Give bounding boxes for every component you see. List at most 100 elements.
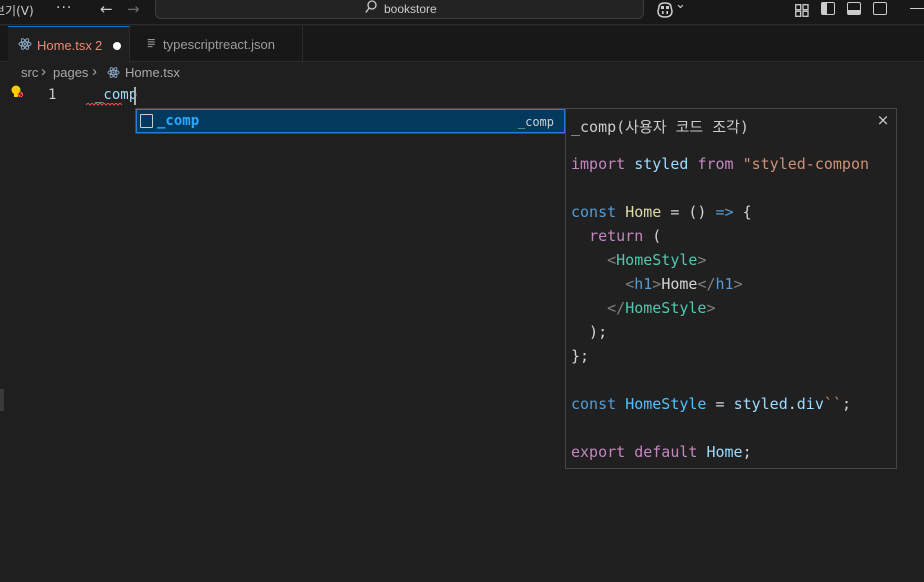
search-workspace-label: bookstore xyxy=(384,2,437,16)
suggestion-label: _comp xyxy=(157,113,200,129)
code-token: import xyxy=(571,155,626,173)
code-token: div xyxy=(796,395,824,413)
code-token: > xyxy=(697,251,707,269)
command-center-search[interactable]: bookstore xyxy=(155,0,644,19)
snippet-code-line: import styled from "styled-compon xyxy=(571,152,869,176)
react-icon xyxy=(107,67,120,78)
suggestion-details-panel: _comp(사용자 코드 조각) × import styled from "s… xyxy=(565,108,897,469)
snippet-code-line: const Home = () => { xyxy=(571,200,869,224)
minimize-icon[interactable] xyxy=(910,8,924,9)
code-token: `` xyxy=(823,395,842,413)
code-token: styled xyxy=(733,395,788,413)
code-token: ; xyxy=(742,443,752,461)
snippet-code-line: return ( xyxy=(571,224,869,248)
code-token: => xyxy=(715,203,734,221)
text-cursor xyxy=(134,87,136,105)
copilot-menu[interactable]: ⌄ xyxy=(656,0,688,19)
search-icon xyxy=(365,0,377,13)
code-token: > xyxy=(733,275,743,293)
snippet-preview-code: import styled from "styled-compon const … xyxy=(571,152,869,464)
snippet-code-line: <HomeStyle> xyxy=(571,248,869,272)
snippet-code-line xyxy=(571,416,869,440)
code-token: { xyxy=(733,203,752,221)
code-token: h1 xyxy=(634,275,653,293)
snippet-code-line: ); xyxy=(571,320,869,344)
code-token: HomeStyle xyxy=(616,251,698,269)
tab-home-tsx[interactable]: Home.tsx 2 xyxy=(8,26,130,62)
snippet-code-line: <h1>Home</h1> xyxy=(571,272,869,296)
code-token: ; xyxy=(841,395,851,413)
forward-arrow-icon[interactable]: → xyxy=(127,0,140,18)
code-token: () xyxy=(688,203,707,221)
customize-layout-icon[interactable] xyxy=(795,2,809,17)
title-bar: 보기(V) ··· ← → bookstore ⌄ xyxy=(0,0,924,25)
editor-tab-bar: Home.tsx 2 typescriptreact.json xyxy=(0,26,924,62)
chevron-down-icon: ⌄ xyxy=(675,0,686,12)
chevron-right-icon: › xyxy=(92,63,97,80)
code-line-text[interactable]: _comp xyxy=(95,87,137,103)
code-token: ( xyxy=(643,227,662,245)
error-squiggle xyxy=(86,103,122,106)
code-token: . xyxy=(787,395,797,413)
code-token: styled xyxy=(634,155,689,173)
snippet-code-line xyxy=(571,368,869,392)
code-token: > xyxy=(652,275,662,293)
react-icon xyxy=(18,38,32,50)
snippet-code-line: const HomeStyle = styled.div``; xyxy=(571,392,869,416)
close-icon[interactable]: × xyxy=(875,112,891,128)
code-token: Home xyxy=(625,203,662,221)
more-menu-icon[interactable]: ··· xyxy=(56,0,72,16)
toggle-secondary-sidebar-icon[interactable] xyxy=(873,2,887,15)
code-token: < xyxy=(625,275,635,293)
overview-ruler-marker xyxy=(0,389,4,411)
breadcrumb-item-src[interactable]: src xyxy=(21,65,38,80)
code-token: const xyxy=(571,395,617,413)
tab-typescriptreact-json[interactable]: typescriptreact.json xyxy=(131,26,303,62)
code-token: return xyxy=(589,227,644,245)
code-token: > xyxy=(706,299,716,317)
code-token: < xyxy=(607,251,617,269)
code-token: }; xyxy=(571,347,590,365)
lightbulb-icon[interactable] xyxy=(10,84,24,102)
line-number: 1 xyxy=(48,87,57,103)
chevron-right-icon: › xyxy=(41,63,46,80)
suggestion-detail: _comp xyxy=(517,115,554,129)
code-token: = xyxy=(706,395,734,413)
unsaved-dot-icon[interactable] xyxy=(113,42,121,50)
details-title: _comp(사용자 코드 조각) xyxy=(571,118,749,136)
problem-count-badge: 2 xyxy=(95,38,103,53)
toggle-panel-icon[interactable] xyxy=(847,2,861,15)
code-token: = xyxy=(661,203,689,221)
json-lines-icon xyxy=(147,39,155,48)
code-token: default xyxy=(634,443,698,461)
code-token: const xyxy=(571,203,617,221)
breadcrumb-item-home-tsx[interactable]: Home.tsx xyxy=(125,65,180,80)
code-token: </ xyxy=(607,299,626,317)
menu-view[interactable]: 보기(V) xyxy=(0,2,34,19)
suggestion-item[interactable]: _comp _comp xyxy=(136,109,565,133)
code-token: "styled-compon xyxy=(742,155,870,173)
copilot-icon xyxy=(657,2,673,18)
code-token: h1 xyxy=(715,275,734,293)
snippet-code-line: export default Home; xyxy=(571,440,869,464)
code-token: from xyxy=(697,155,734,173)
code-token: HomeStyle xyxy=(625,299,707,317)
toggle-primary-sidebar-icon[interactable] xyxy=(821,2,835,15)
back-arrow-icon[interactable]: ← xyxy=(100,0,113,18)
snippet-code-line: </HomeStyle> xyxy=(571,296,869,320)
code-token: </ xyxy=(697,275,716,293)
tab-label: typescriptreact.json xyxy=(163,37,275,52)
snippet-icon xyxy=(140,114,153,128)
breadcrumb-item-pages[interactable]: pages xyxy=(53,65,88,80)
code-token: Home xyxy=(661,275,698,293)
